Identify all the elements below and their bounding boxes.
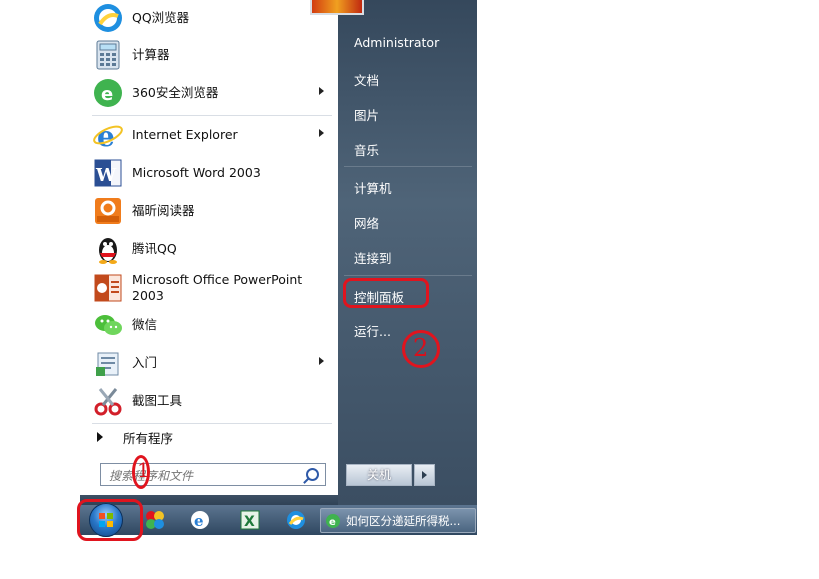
separator bbox=[344, 275, 472, 276]
program-label: 360安全浏览器 bbox=[132, 85, 219, 100]
360-browser-icon: e bbox=[326, 513, 340, 528]
svg-text:e: e bbox=[194, 512, 204, 530]
snipping-tool-icon bbox=[92, 385, 124, 417]
svg-text:X: X bbox=[244, 514, 255, 530]
svg-text:e: e bbox=[101, 84, 113, 105]
program-label: 腾讯QQ bbox=[132, 241, 177, 256]
program-label: 入门 bbox=[132, 355, 158, 370]
submenu-arrow-icon bbox=[319, 129, 324, 137]
separator bbox=[92, 115, 332, 116]
music-item[interactable]: 音乐 bbox=[354, 140, 379, 159]
program-label: 截图工具 bbox=[132, 393, 183, 408]
network-item[interactable]: 网络 bbox=[354, 213, 379, 232]
start-menu: QQ浏览器 计算器 e 360安全浏览器 e Internet Explorer bbox=[80, 0, 477, 505]
annotation-circle-start-button bbox=[77, 499, 143, 541]
svg-text:W: W bbox=[95, 165, 117, 186]
getting-started-icon bbox=[92, 347, 124, 379]
program-360-browser[interactable]: e 360安全浏览器 bbox=[92, 75, 334, 111]
submenu-arrow-icon bbox=[319, 87, 324, 95]
search-icon[interactable] bbox=[306, 468, 319, 481]
program-label: Microsoft Word 2003 bbox=[132, 165, 261, 180]
360-browser-icon: e bbox=[92, 77, 124, 109]
taskbar-window-title: 如何区分递延所得税... bbox=[346, 513, 461, 528]
run-item[interactable]: 运行... bbox=[354, 321, 391, 340]
triangle-right-icon bbox=[97, 432, 103, 442]
word-icon: W bbox=[92, 157, 124, 189]
connect-to-item[interactable]: 连接到 bbox=[354, 248, 392, 267]
program-label: 计算器 bbox=[132, 47, 170, 62]
program-qq[interactable]: 腾讯QQ bbox=[92, 231, 334, 267]
qq-penguin-icon bbox=[92, 233, 124, 265]
program-qq-browser[interactable]: QQ浏览器 bbox=[92, 0, 334, 36]
all-programs-label: 所有程序 bbox=[123, 430, 174, 446]
wechat-icon bbox=[92, 309, 124, 341]
foxit-reader-icon bbox=[92, 195, 124, 227]
programs-pane: QQ浏览器 计算器 e 360安全浏览器 e Internet Explorer bbox=[87, 0, 339, 496]
program-word[interactable]: W Microsoft Word 2003 bbox=[92, 155, 334, 191]
calculator-icon bbox=[92, 39, 124, 71]
annotation-box-control-panel bbox=[343, 278, 429, 308]
taskbar-qq-browser-icon[interactable] bbox=[285, 509, 307, 531]
shutdown-button[interactable]: 关机 bbox=[346, 464, 412, 486]
taskbar-ie-icon[interactable]: e bbox=[189, 509, 211, 531]
shutdown-options-button[interactable] bbox=[414, 464, 435, 486]
program-snipping-tool[interactable]: 截图工具 bbox=[92, 383, 334, 419]
program-foxit-reader[interactable]: 福昕阅读器 bbox=[92, 193, 334, 229]
user-name-item[interactable]: Administrator bbox=[354, 35, 439, 50]
documents-item[interactable]: 文档 bbox=[354, 70, 379, 89]
program-powerpoint[interactable]: Microsoft Office PowerPoint 2003 bbox=[92, 269, 334, 307]
annotation-number-2: 2 bbox=[413, 334, 429, 362]
program-label: 福昕阅读器 bbox=[132, 203, 195, 218]
pictures-item[interactable]: 图片 bbox=[354, 105, 379, 124]
program-internet-explorer[interactable]: e Internet Explorer bbox=[92, 117, 334, 153]
taskbar-app-colorful-icon[interactable] bbox=[144, 509, 166, 531]
taskbar-excel-icon[interactable]: X bbox=[239, 509, 261, 531]
program-getting-started[interactable]: 入门 bbox=[92, 345, 334, 381]
program-label: 微信 bbox=[132, 317, 158, 332]
separator bbox=[92, 423, 332, 424]
annotation-number-1: 1 bbox=[137, 458, 150, 482]
separator bbox=[344, 166, 472, 167]
program-label: Internet Explorer bbox=[132, 127, 238, 142]
internet-explorer-icon: e bbox=[92, 119, 124, 153]
taskbar-window-button[interactable]: e 如何区分递延所得税... bbox=[320, 508, 476, 533]
all-programs-item[interactable]: 所有程序 bbox=[97, 427, 173, 447]
powerpoint-icon bbox=[92, 272, 124, 304]
program-wechat[interactable]: 微信 bbox=[92, 307, 334, 343]
places-pane: Administrator 文档 图片 音乐 计算机 网络 连接到 控制面板 运… bbox=[338, 0, 477, 505]
svg-text:e: e bbox=[329, 517, 336, 528]
program-label: QQ浏览器 bbox=[132, 10, 190, 25]
user-picture[interactable] bbox=[310, 0, 364, 15]
svg-text:e: e bbox=[97, 120, 115, 151]
qq-browser-icon bbox=[92, 2, 124, 34]
program-calculator[interactable]: 计算器 bbox=[92, 37, 334, 73]
program-label: Microsoft Office PowerPoint 2003 bbox=[132, 272, 303, 303]
submenu-arrow-icon bbox=[319, 357, 324, 365]
computer-item[interactable]: 计算机 bbox=[354, 178, 392, 197]
